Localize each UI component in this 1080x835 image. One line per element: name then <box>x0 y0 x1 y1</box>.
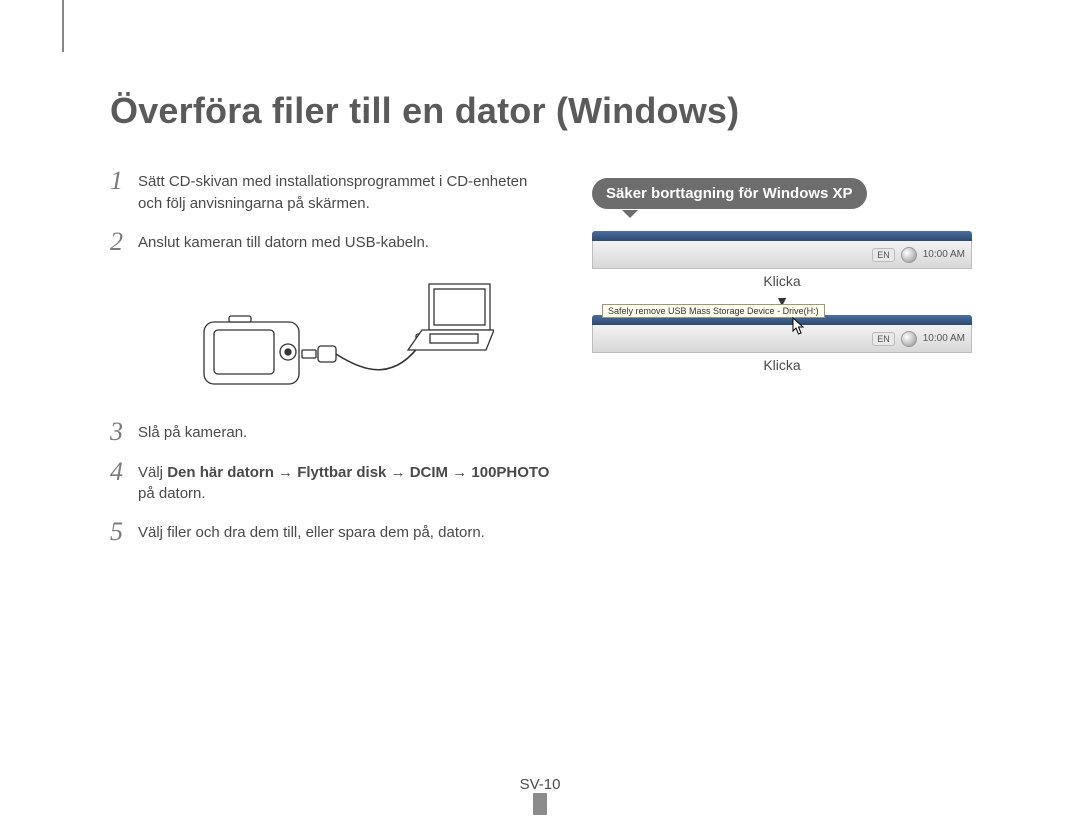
crop-mark <box>62 0 64 52</box>
step-4-pre: Välj <box>138 464 167 481</box>
step-text: Anslut kameran till datorn med USB-kabel… <box>138 229 550 254</box>
step-2: 2 Anslut kameran till datorn med USB-kab… <box>110 229 550 255</box>
system-tray: EN 10:00 AM <box>592 241 972 269</box>
step-number: 5 <box>110 519 138 545</box>
taskbar-2: Safely remove USB Mass Storage Device - … <box>592 315 972 353</box>
page-number-bar <box>533 793 547 815</box>
safe-remove-callout: Säker borttagning för Windows XP <box>592 178 867 209</box>
step-4: 4 Välj Den här datorn → Flyttbar disk → … <box>110 459 550 506</box>
clock: 10:00 AM <box>923 249 965 260</box>
language-indicator: EN <box>872 332 895 346</box>
clock: 10:00 AM <box>923 333 965 344</box>
step-text: Sätt CD-skivan med installationsprogramm… <box>138 168 550 215</box>
step-number: 4 <box>110 459 138 485</box>
language-indicator: EN <box>872 248 895 262</box>
step-4-post: på datorn. <box>138 485 206 502</box>
click-label-2: Klicka <box>592 357 972 373</box>
taskbar-top-edge <box>592 231 972 241</box>
step-number: 3 <box>110 419 138 445</box>
manual-page: Överföra filer till en dator (Windows) 1… <box>0 0 1080 835</box>
taskbar-1: EN 10:00 AM <box>592 231 972 269</box>
camera-to-laptop-illustration <box>194 272 494 402</box>
step-number: 1 <box>110 168 138 194</box>
page-number: SV-10 <box>520 776 561 793</box>
left-column: 1 Sätt CD-skivan med installationsprogra… <box>110 168 550 559</box>
content-columns: 1 Sätt CD-skivan med installationsprogra… <box>110 168 1010 559</box>
right-column: Säker borttagning för Windows XP EN 10:0… <box>592 168 972 377</box>
step-text: Välj filer och dra dem till, eller spara… <box>138 519 550 544</box>
safely-remove-tooltip[interactable]: Safely remove USB Mass Storage Device - … <box>602 304 825 318</box>
step-3: 3 Slå på kameran. <box>110 419 550 445</box>
step-text: Slå på kameran. <box>138 419 550 444</box>
step-4-bold: Den här datorn → Flyttbar disk → DCIM → … <box>167 464 549 481</box>
step-number: 2 <box>110 229 138 255</box>
safely-remove-icon[interactable] <box>901 247 917 263</box>
click-label-1: Klicka <box>592 273 972 289</box>
connection-diagram <box>138 269 550 405</box>
step-1: 1 Sätt CD-skivan med installationsprogra… <box>110 168 550 215</box>
safely-remove-icon[interactable] <box>901 331 917 347</box>
system-tray: EN 10:00 AM <box>592 325 972 353</box>
step-5: 5 Välj filer och dra dem till, eller spa… <box>110 519 550 545</box>
step-text: Välj Den här datorn → Flyttbar disk → DC… <box>138 459 550 506</box>
page-title: Överföra filer till en dator (Windows) <box>110 90 1010 132</box>
